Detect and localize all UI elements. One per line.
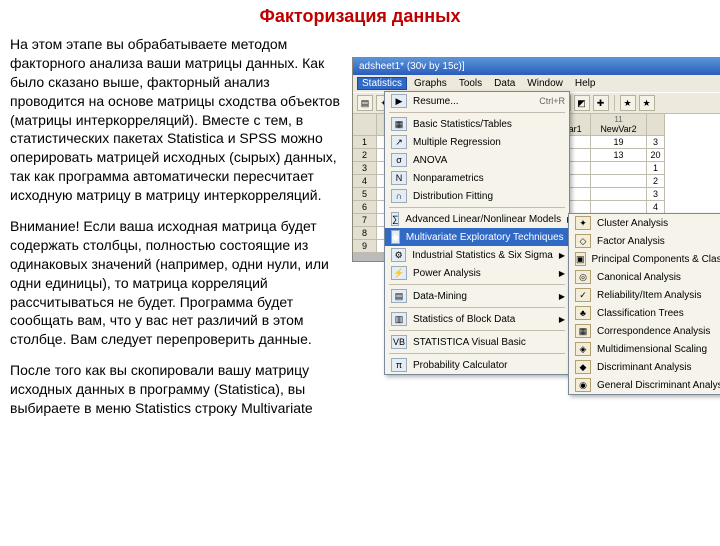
resume-icon: ▶ xyxy=(391,94,407,108)
page-title: Факторизация данных xyxy=(0,6,720,27)
cell[interactable]: 13 xyxy=(591,149,647,162)
submenu-item[interactable]: ▣Principal Components & Classification A… xyxy=(569,250,720,268)
menu-item-icon: ▥ xyxy=(391,312,407,326)
toolbar-btn-1[interactable]: ▤ xyxy=(357,95,373,111)
menu-item-icon: ⚙ xyxy=(391,248,406,262)
toolbar-btn-9[interactable]: ★ xyxy=(620,95,636,111)
submenu-item-icon: ▣ xyxy=(575,252,586,266)
submenu-item-icon: ◎ xyxy=(575,270,591,284)
row-header[interactable]: 9 xyxy=(353,240,377,253)
menu-item-icon: N xyxy=(391,171,407,185)
submenu-item[interactable]: ▦Correspondence Analysis xyxy=(569,322,720,340)
cell[interactable]: 2 xyxy=(647,175,665,188)
menu-item-icon: ⚡ xyxy=(391,266,407,280)
menu-item-icon: ↗ xyxy=(391,135,407,149)
submenu-item-icon: ◈ xyxy=(575,342,591,356)
menu-item[interactable]: ◆Multivariate Exploratory Techniques▶ xyxy=(385,228,569,246)
submenu-item[interactable]: ◎Canonical Analysis xyxy=(569,268,720,286)
submenu-item[interactable]: ◈Multidimensional Scaling xyxy=(569,340,720,358)
toolbar-btn-8[interactable]: ✚ xyxy=(593,95,609,111)
row-header[interactable]: 4 xyxy=(353,175,377,188)
menu-data[interactable]: Data xyxy=(489,77,520,90)
row-header[interactable]: 8 xyxy=(353,227,377,240)
menu-graphs[interactable]: Graphs xyxy=(409,77,452,90)
menu-tools[interactable]: Tools xyxy=(454,77,487,90)
menu-item-icon: π xyxy=(391,358,407,372)
menu-statistics[interactable]: Statistics xyxy=(357,77,407,90)
cell[interactable]: 19 xyxy=(591,136,647,149)
cell[interactable]: 20 xyxy=(647,149,665,162)
menu-item[interactable]: ⚙Industrial Statistics & Six Sigma▶ xyxy=(385,246,569,264)
menu-item[interactable]: ▥Statistics of Block Data▶ xyxy=(385,310,569,328)
submenu-item[interactable]: ◇Factor Analysis xyxy=(569,232,720,250)
cell[interactable]: 3 xyxy=(647,136,665,149)
menu-item[interactable]: ∩Distribution Fitting xyxy=(385,187,569,205)
submenu-item[interactable]: ✓Reliability/Item Analysis xyxy=(569,286,720,304)
row-header[interactable]: 1 xyxy=(353,136,377,149)
statistics-menu: ▶Resume...Ctrl+R ▦Basic Statistics/Tables… xyxy=(384,91,570,375)
menu-item-icon: ∑ xyxy=(391,212,399,226)
menu-help[interactable]: Help xyxy=(570,77,601,90)
menu-item[interactable]: NNonparametrics xyxy=(385,169,569,187)
submenu-item-icon: ✦ xyxy=(575,216,591,230)
cell[interactable] xyxy=(591,162,647,175)
menu-item[interactable]: ▦Basic Statistics/Tables xyxy=(385,115,569,133)
menu-item[interactable]: πProbability Calculator xyxy=(385,356,569,374)
toolbar-btn-10[interactable]: ★ xyxy=(639,95,655,111)
menu-window[interactable]: Window xyxy=(522,77,568,90)
menu-item-icon: σ xyxy=(391,153,407,167)
multivariate-submenu: ✦Cluster Analysis◇Factor Analysis▣Princi… xyxy=(568,213,720,395)
menu-item-icon: ◆ xyxy=(391,230,400,244)
article-text: На этом этапе вы обрабатываете методом ф… xyxy=(10,35,340,430)
submenu-item-icon: ♣ xyxy=(575,306,591,320)
menu-item[interactable]: ▤Data-Mining▶ xyxy=(385,287,569,305)
submenu-item-icon: ◉ xyxy=(575,378,591,392)
submenu-item[interactable]: ♣Classification Trees xyxy=(569,304,720,322)
submenu-item[interactable]: ◉General Discriminant Analysis Models xyxy=(569,376,720,394)
menu-item-resume[interactable]: ▶Resume...Ctrl+R xyxy=(385,92,569,110)
menu-item[interactable]: ⚡Power Analysis▶ xyxy=(385,264,569,282)
submenu-item-icon: ◇ xyxy=(575,234,591,248)
menubar: StatisticsGraphsToolsDataWindowHelp xyxy=(353,75,720,92)
submenu-item[interactable]: ◆Discriminant Analysis xyxy=(569,358,720,376)
row-header[interactable]: 6 xyxy=(353,201,377,214)
paragraph-3: После того как вы скопировали вашу матри… xyxy=(10,361,340,418)
menu-item-icon: ∩ xyxy=(391,189,407,203)
col-header[interactable]: 11NewVar2 xyxy=(591,114,647,136)
menu-item[interactable]: ∑Advanced Linear/Nonlinear Models▶ xyxy=(385,210,569,228)
row-header[interactable]: 3 xyxy=(353,162,377,175)
row-header[interactable]: 5 xyxy=(353,188,377,201)
window-titlebar: adsheet1* (30v by 15c)] xyxy=(353,58,720,75)
row-header[interactable]: 2 xyxy=(353,149,377,162)
submenu-item-icon: ◆ xyxy=(575,360,591,374)
menu-item-icon: ▤ xyxy=(391,289,407,303)
menu-item[interactable]: σANOVA xyxy=(385,151,569,169)
toolbar-btn-7[interactable]: ◩ xyxy=(574,95,590,111)
row-header[interactable]: 7 xyxy=(353,214,377,227)
submenu-item-icon: ▦ xyxy=(575,324,591,338)
submenu-item[interactable]: ✦Cluster Analysis xyxy=(569,214,720,232)
menu-item[interactable]: ↗Multiple Regression xyxy=(385,133,569,151)
paragraph-2: Внимание! Если ваша исходная матрица буд… xyxy=(10,217,340,349)
paragraph-1: На этом этапе вы обрабатываете методом ф… xyxy=(10,35,340,205)
cell[interactable] xyxy=(591,175,647,188)
menu-item-icon: ▦ xyxy=(391,117,407,131)
cell[interactable] xyxy=(591,188,647,201)
menu-item-icon: VB xyxy=(391,335,407,349)
cell[interactable]: 1 xyxy=(647,162,665,175)
menu-item[interactable]: VBSTATISTICA Visual Basic xyxy=(385,333,569,351)
cell[interactable]: 3 xyxy=(647,188,665,201)
submenu-item-icon: ✓ xyxy=(575,288,591,302)
